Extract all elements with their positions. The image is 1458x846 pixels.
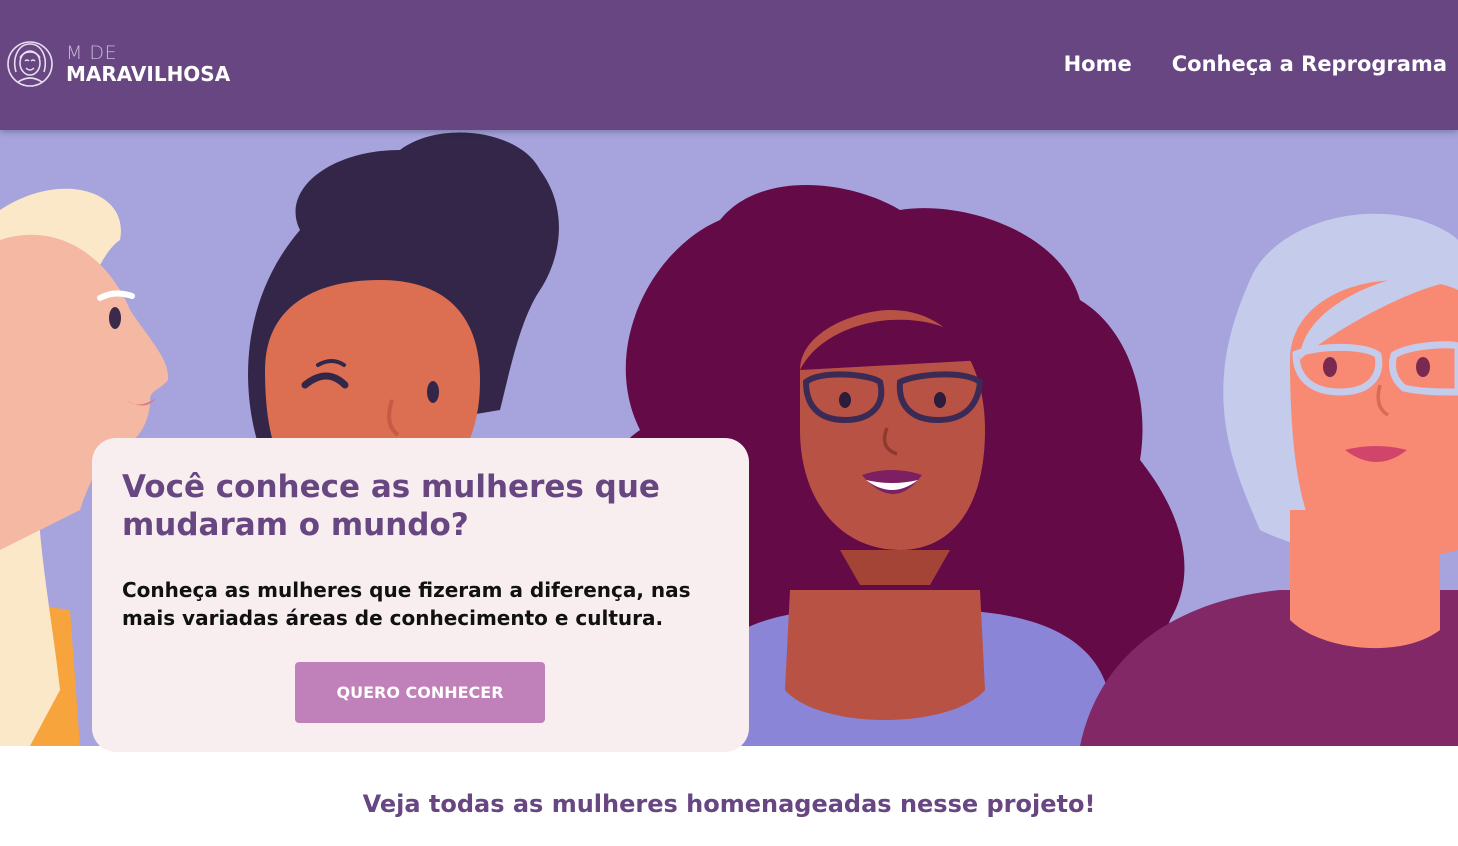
quero-conhecer-button[interactable]: QUERO CONHECER [295,662,545,723]
hero-description: Conheça as mulheres que fizeram a difere… [122,578,691,630]
nav-link-conheca-reprograma[interactable]: Conheça a Reprograma [1172,52,1447,76]
hero-title: Você conhece as mulheres que mudaram o m… [122,469,660,543]
site-header: M DE MARAVILHOSA Home Conheça a Reprogra… [0,0,1458,130]
woman-face-icon [7,41,53,87]
nav-link-home[interactable]: Home [1064,52,1132,76]
hero-card: Você conhece as mulheres que mudaram o m… [92,438,749,752]
main-nav: Home Conheça a Reprograma [1024,52,1447,76]
logo-text-top: M DE [66,42,118,64]
logo-text-bottom: MARAVILHOSA [66,62,231,86]
honorees-heading: Veja todas as mulheres homenageadas ness… [362,790,1096,818]
logo[interactable]: M DE MARAVILHOSA [6,36,230,92]
